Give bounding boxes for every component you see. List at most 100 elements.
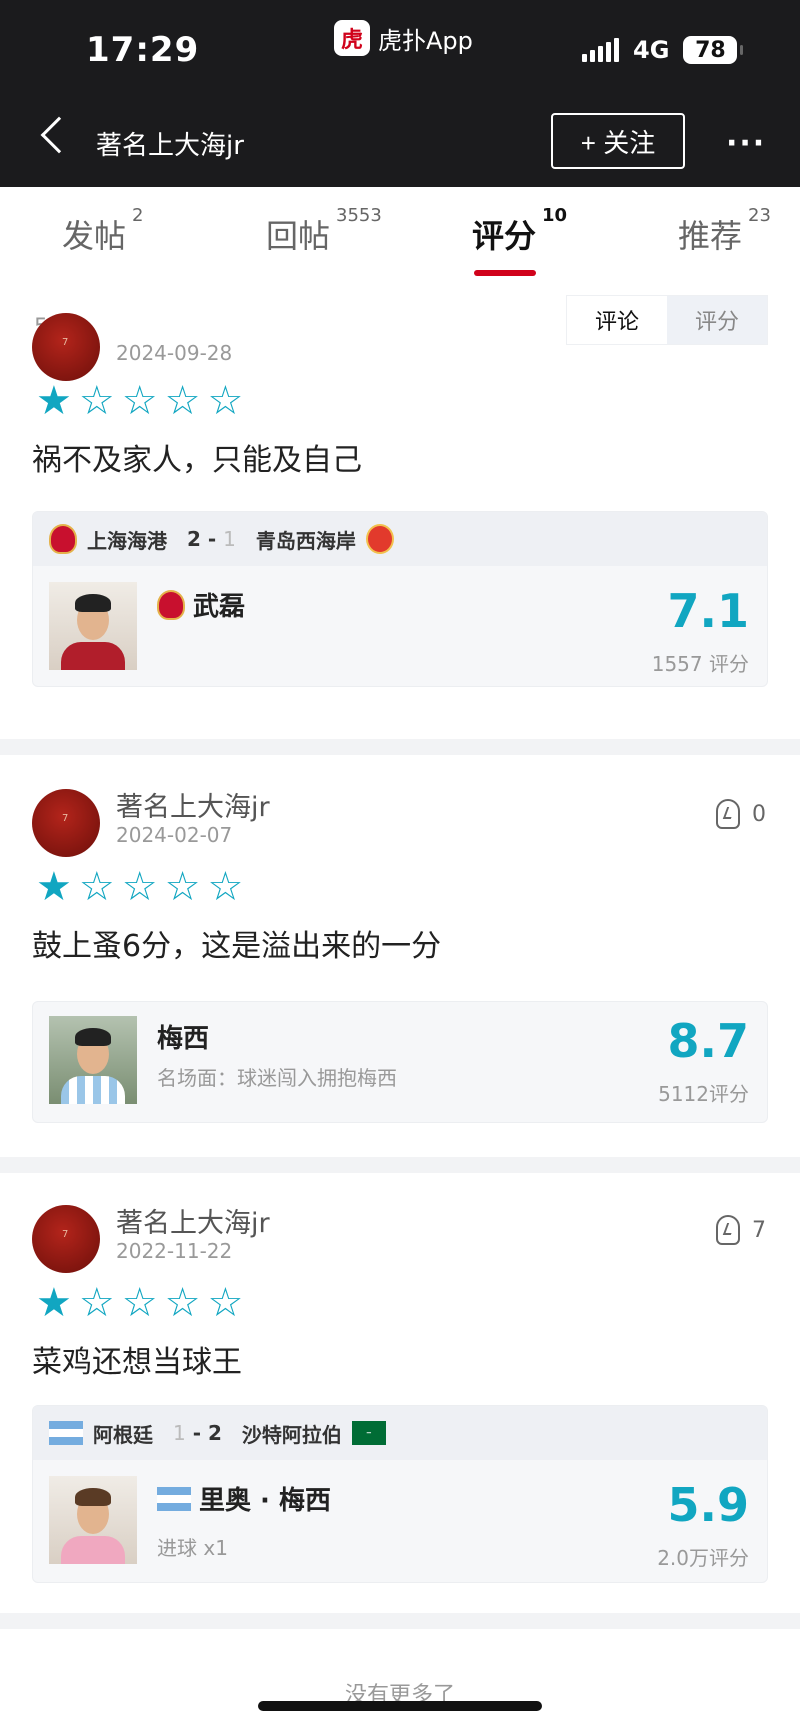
player-subtitle: 进球 x1 (157, 1536, 228, 1560)
like-count: 7 (752, 1217, 766, 1243)
player-photo (49, 582, 137, 670)
star-empty-icon: ☆ (121, 864, 158, 910)
section-divider (0, 1157, 800, 1173)
player-name: 武磊 (157, 586, 245, 623)
match-card[interactable]: 上海海港 2 - 1 青岛西海岸 武磊 7.1 1557 评分 (32, 511, 768, 687)
avatar[interactable] (32, 313, 100, 381)
like-button[interactable]: 7 (716, 1215, 766, 1245)
star-filled-icon: ★ (36, 864, 72, 910)
toggle-ratings[interactable]: 评分 (667, 296, 767, 344)
star-empty-icon: ☆ (207, 864, 244, 910)
active-tab-indicator (474, 270, 536, 276)
user-name[interactable]: 著名上大海jr (116, 785, 270, 824)
lightbulb-icon (716, 799, 740, 829)
star-rating: ★ ☆ ☆ ☆ ☆ (36, 1283, 243, 1323)
away-team: 沙特阿拉伯 (241, 1422, 342, 1447)
section-divider (0, 1613, 800, 1629)
star-empty-icon: ☆ (121, 1280, 158, 1326)
player-photo (49, 1016, 137, 1104)
argentina-flag-icon (49, 1421, 83, 1445)
team-badge-icon (157, 589, 185, 620)
status-indicators: 4G 78 (582, 36, 744, 64)
tab-replies-count: 3553 (336, 205, 382, 227)
player-subtitle: 名场面：球迷闯入拥抱梅西 (157, 1066, 397, 1090)
tab-recommend-count: 23 (748, 205, 771, 227)
comment-text: 祸不及家人，只能及自己 (32, 443, 362, 478)
match-score: 1 - 2 (173, 1421, 222, 1445)
player-name: 梅西 (157, 1024, 210, 1054)
player-row[interactable]: 梅西 名场面：球迷闯入拥抱梅西 8.7 5112评分 (33, 1002, 767, 1122)
player-score: 5.9 (667, 1478, 750, 1532)
content-sheet: 发帖2 回帖3553 评分10 推荐23 5条 评论 评分 2024-09-28… (0, 187, 800, 1731)
away-team: 青岛西海岸 (255, 528, 356, 553)
star-empty-icon: ☆ (121, 378, 158, 424)
tab-bar: 发帖2 回帖3553 评分10 推荐23 (0, 187, 800, 277)
like-button[interactable]: 0 (716, 799, 766, 829)
tab-recommend[interactable]: 推荐23 (678, 205, 771, 257)
match-header: 上海海港 2 - 1 青岛西海岸 (33, 512, 767, 566)
post-date: 2024-09-28 (116, 341, 233, 365)
comment-text: 鼓上蚤6分，这是溢出来的一分 (32, 929, 442, 964)
rating-count: 2.0万评分 (657, 1546, 749, 1570)
star-empty-icon: ☆ (207, 1280, 244, 1326)
home-indicator[interactable] (258, 1701, 542, 1711)
star-filled-icon: ★ (36, 378, 72, 424)
avatar[interactable] (32, 789, 100, 857)
view-toggle: 评论 评分 (566, 295, 768, 345)
like-count: 0 (752, 801, 766, 827)
comment-text: 菜鸡还想当球王 (32, 1345, 242, 1380)
player-name: 里奥 · 梅西 (157, 1480, 331, 1517)
star-empty-icon: ☆ (78, 864, 115, 910)
rating-item: 著名上大海jr 2022-11-22 7 ★☆☆☆☆ 菜鸡还想当球王 阿根廷 1… (0, 1173, 800, 1613)
section-divider (0, 739, 800, 755)
home-team: 阿根廷 (93, 1422, 153, 1447)
saudi-arabia-flag-icon: ⎯ (351, 1421, 386, 1445)
follow-button[interactable]: + 关注 (551, 113, 685, 169)
tab-replies[interactable]: 回帖3553 (266, 205, 382, 257)
player-score: 8.7 (667, 1014, 750, 1068)
star-empty-icon: ☆ (164, 378, 201, 424)
star-filled-icon: ★ (36, 1280, 72, 1326)
rating-item: 著名上大海jr 2024-02-07 0 ★☆☆☆☆ 鼓上蚤6分，这是溢出来的一… (0, 755, 800, 1143)
signal-icon (582, 38, 619, 62)
star-empty-icon: ☆ (164, 864, 201, 910)
match-card[interactable]: 梅西 名场面：球迷闯入拥抱梅西 8.7 5112评分 (32, 1001, 768, 1123)
lightbulb-icon (716, 1215, 740, 1245)
tab-posts-count: 2 (132, 205, 144, 227)
tab-ratings-count: 10 (542, 205, 568, 227)
post-date: 2022-11-22 (116, 1239, 233, 1263)
player-photo (49, 1476, 137, 1564)
back-arrow-icon[interactable] (40, 116, 78, 154)
tab-posts[interactable]: 发帖2 (62, 205, 143, 257)
user-name[interactable]: 著名上大海jr (116, 1201, 270, 1240)
post-date: 2024-02-07 (116, 823, 233, 847)
star-rating: ★ ☆ ☆ ☆ ☆ (36, 381, 243, 421)
home-team: 上海海港 (87, 528, 167, 553)
argentina-flag-icon (157, 1486, 191, 1511)
star-empty-icon: ☆ (78, 378, 115, 424)
battery-icon: 78 (683, 36, 744, 64)
rating-count: 5112评分 (658, 1082, 749, 1106)
match-score: 2 - 1 (187, 527, 236, 551)
page-title: 著名上大海jr (96, 131, 244, 161)
more-dots-icon[interactable]: ··· (726, 126, 766, 161)
player-row[interactable]: 里奥 · 梅西 进球 x1 5.9 2.0万评分 (33, 1460, 767, 1582)
status-app: 虎 虎扑App (334, 20, 473, 56)
player-score: 7.1 (667, 584, 750, 638)
status-time: 17:29 (86, 30, 200, 70)
tab-ratings[interactable]: 评分10 (472, 205, 567, 257)
shanghai-port-badge-icon (49, 524, 77, 554)
network-type: 4G (633, 36, 670, 64)
top-bar: 17:29 虎 虎扑App 4G 78 著名上大海jr + 关注 ··· (0, 0, 800, 187)
star-rating: ★ ☆ ☆ ☆ ☆ (36, 867, 243, 907)
match-header: 阿根廷 1 - 2 沙特阿拉伯 ⎯ (33, 1406, 767, 1460)
rating-count: 1557 评分 (651, 652, 749, 676)
match-card[interactable]: 阿根廷 1 - 2 沙特阿拉伯 ⎯ 里奥 · 梅西 进球 x1 5.9 2.0万… (32, 1405, 768, 1583)
star-empty-icon: ☆ (164, 1280, 201, 1326)
toggle-comments[interactable]: 评论 (567, 296, 667, 344)
avatar[interactable] (32, 1205, 100, 1273)
star-empty-icon: ☆ (78, 1280, 115, 1326)
player-row[interactable]: 武磊 7.1 1557 评分 (33, 566, 767, 686)
star-empty-icon: ☆ (207, 378, 244, 424)
hupu-logo-icon: 虎 (334, 20, 370, 56)
